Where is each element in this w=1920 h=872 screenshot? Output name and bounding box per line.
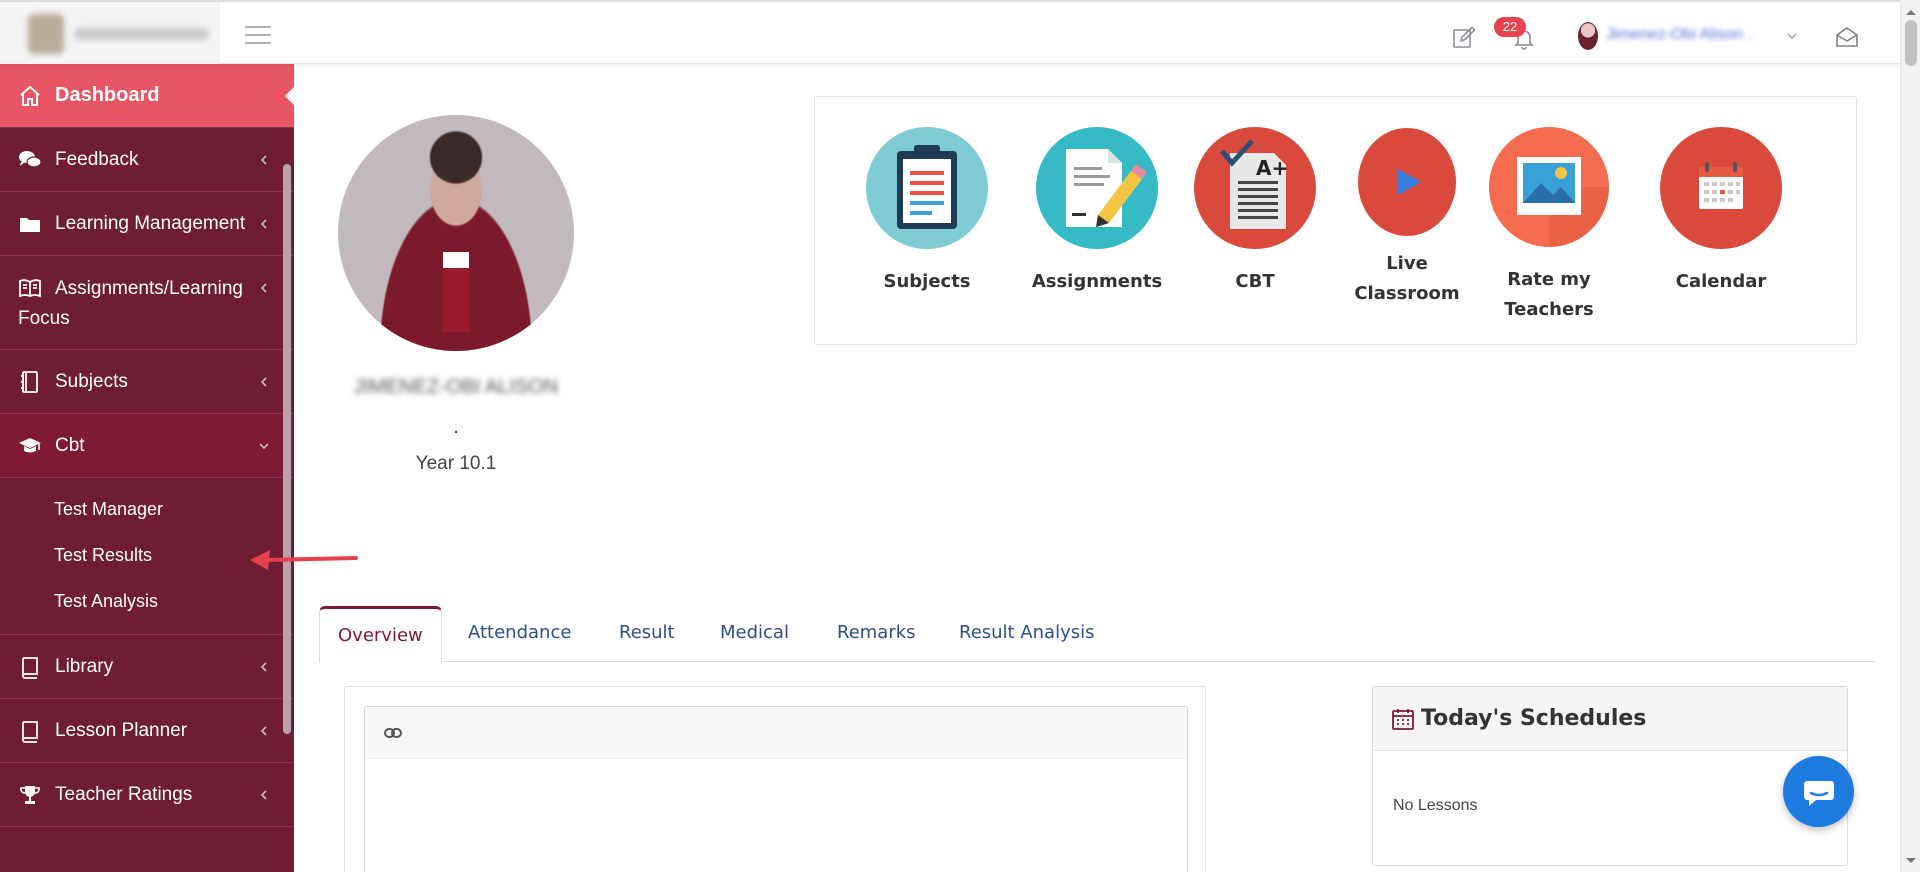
school-logo[interactable] — [0, 2, 220, 64]
graduation-cap-icon — [19, 437, 41, 452]
sidebar-item-assignments[interactable]: Assignments/Learning Focus — [0, 256, 294, 350]
notification-count-badge[interactable]: 22 — [1494, 17, 1526, 37]
school-name-blurred — [74, 28, 209, 40]
shortcut-label-line1: Rate my — [1507, 269, 1591, 290]
hamburger-menu-icon[interactable] — [245, 26, 271, 44]
sidebar-item-label: Learning Management — [55, 212, 246, 234]
comments-icon — [19, 150, 42, 168]
shortcut-label: Live Classroom — [1354, 253, 1460, 304]
sidebar-item-teacher-ratings[interactable]: Teacher Ratings — [0, 763, 294, 827]
sidebar-item-label: Library — [55, 655, 114, 677]
envelope-open-icon[interactable] — [1834, 24, 1860, 50]
sidebar-item-label: Assignments/Learning Focus — [18, 278, 243, 329]
calendar-icon — [1660, 127, 1782, 249]
folder-icon — [20, 217, 40, 232]
tab-result[interactable]: Result — [619, 606, 675, 662]
test-grade-icon: A+ — [1194, 127, 1316, 249]
chevron-left-icon — [260, 283, 267, 293]
calendar-icon — [1392, 709, 1414, 730]
scroll-down-arrow-icon[interactable] — [1906, 858, 1916, 868]
shortcut-label: Assignments — [1031, 271, 1163, 292]
submenu-item-test-analysis[interactable]: Test Analysis — [0, 578, 294, 624]
book-open-icon — [19, 279, 41, 298]
student-name: JIMENEZ-OBI ALISON — [353, 376, 559, 398]
embedded-content-header — [365, 707, 1187, 759]
chevron-left-icon — [260, 789, 267, 800]
picture-icon — [1489, 127, 1609, 247]
schedules-empty-text: No Lessons — [1393, 797, 1478, 814]
sidebar-item-label: Teacher Ratings — [55, 783, 193, 805]
chat-button[interactable] — [1783, 756, 1854, 827]
school-crest-icon — [28, 14, 64, 54]
sidebar-item-learning-management[interactable]: Learning Management — [0, 192, 294, 256]
sidebar-item-label: Dashboard — [55, 84, 160, 106]
trophy-icon — [20, 785, 40, 804]
student-class: Year 10.1 — [415, 453, 497, 474]
submenu-item-test-manager[interactable]: Test Manager — [0, 486, 294, 532]
schedules-title: Today's Schedules — [1421, 706, 1647, 731]
profile-tabs: Overview Attendance Result Medical Remar… — [319, 606, 1875, 663]
scroll-up-arrow-icon[interactable] — [1906, 5, 1916, 15]
shortcut-label-line2: Teachers — [1504, 299, 1594, 320]
sidebar: Dashboard Feedback Learning Management A… — [0, 64, 295, 872]
tab-overview[interactable]: Overview — [319, 606, 442, 663]
document-pencil-icon — [1036, 127, 1158, 249]
shortcut-label: Rate my Teachers — [1479, 265, 1619, 325]
user-name[interactable]: Jimenez-Obi Alison . — [1606, 26, 1766, 46]
user-avatar[interactable] — [1578, 22, 1598, 50]
page-scrollbar[interactable] — [1900, 0, 1920, 872]
schedules-header: Today's Schedules — [1373, 687, 1847, 751]
shortcut-live-classroom[interactable]: Live Classroom — [1337, 127, 1477, 309]
scroll-thumb[interactable] — [1905, 20, 1917, 66]
clipboard-icon — [866, 127, 988, 249]
shortcut-label: Subjects — [883, 271, 971, 292]
tab-attendance[interactable]: Attendance — [468, 606, 571, 662]
chevron-down-icon[interactable] — [1786, 30, 1798, 42]
sidebar-item-feedback[interactable]: Feedback — [0, 128, 294, 192]
home-icon — [20, 85, 40, 106]
play-icon — [1357, 127, 1457, 237]
shortcut-label: Calendar — [1675, 271, 1767, 292]
shortcut-calendar[interactable]: Calendar — [1651, 127, 1791, 297]
tab-medical[interactable]: Medical — [720, 606, 789, 662]
sidebar-item-label: Subjects — [55, 370, 128, 392]
top-navbar: 22 Jimenez-Obi Alison . — [0, 0, 1900, 64]
shortcut-rate-teachers[interactable]: Rate my Teachers — [1479, 127, 1619, 325]
todays-schedules-card: Today's Schedules No Lessons — [1372, 686, 1848, 866]
sidebar-item-label: Cbt — [55, 434, 85, 456]
chevron-down-icon — [259, 442, 269, 449]
shortcut-subjects[interactable]: Subjects — [857, 127, 997, 297]
svg-text:A+: A+ — [1256, 156, 1288, 180]
link-icon[interactable] — [383, 723, 403, 743]
sidebar-item-dashboard[interactable]: Dashboard — [0, 64, 295, 128]
sidebar-item-lesson-planner[interactable]: Lesson Planner — [0, 699, 294, 763]
tab-result-analysis[interactable]: Result Analysis — [959, 606, 1095, 662]
sidebar-scrollbar[interactable] — [283, 164, 291, 734]
student-dot: . — [453, 416, 459, 438]
notebook-icon — [21, 370, 38, 393]
student-avatar — [338, 115, 574, 351]
shortcut-assignments[interactable]: Assignments — [1027, 127, 1167, 297]
shortcut-cbt[interactable]: A+ CBT — [1185, 127, 1325, 297]
chat-bubble-icon — [1803, 780, 1834, 806]
chevron-left-icon — [260, 218, 267, 229]
chevron-left-icon — [260, 376, 267, 387]
book-icon — [22, 656, 38, 679]
sidebar-item-cbt[interactable]: Cbt — [0, 414, 294, 478]
sidebar-item-label: Lesson Planner — [55, 719, 188, 741]
sidebar-item-label: Feedback — [55, 148, 139, 170]
chevron-left-icon — [260, 154, 267, 165]
annotation-arrow-icon — [250, 550, 358, 570]
sidebar-item-library[interactable]: Library — [0, 635, 294, 699]
chevron-left-icon — [260, 725, 267, 736]
edit-icon[interactable] — [1452, 26, 1476, 50]
tab-remarks[interactable]: Remarks — [837, 606, 916, 662]
shortcut-label: CBT — [1235, 271, 1275, 292]
sidebar-item-subjects[interactable]: Subjects — [0, 350, 294, 414]
quick-links-panel: Subjects Assignments A+ CBT Live Classro… — [814, 96, 1857, 345]
embedded-content-card — [364, 706, 1188, 872]
chevron-left-icon — [260, 661, 267, 672]
book-icon — [22, 720, 38, 743]
